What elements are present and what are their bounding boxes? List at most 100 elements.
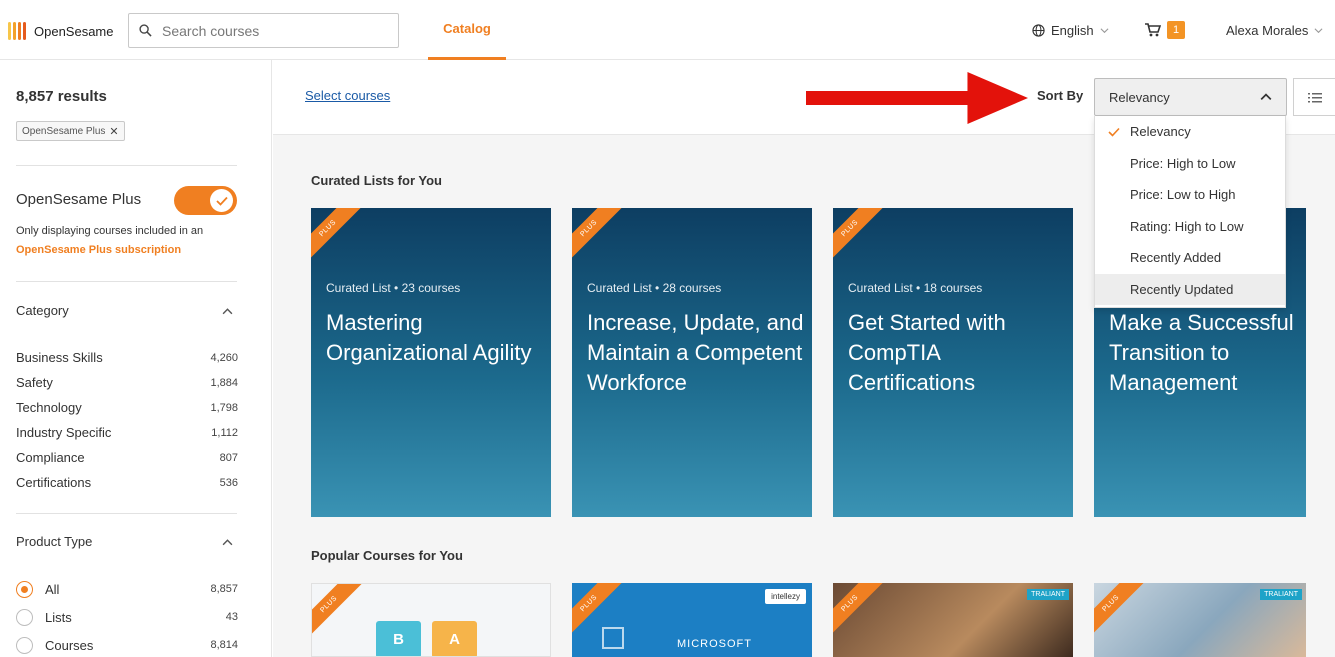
chevron-up-icon[interactable] bbox=[222, 306, 233, 317]
tab-catalog[interactable]: Catalog bbox=[428, 0, 506, 60]
sort-by-label: Sort By bbox=[1037, 88, 1084, 103]
sort-option-label: Price: High to Low bbox=[1130, 155, 1236, 171]
card-title: Increase, Update, and Maintain a Compete… bbox=[587, 310, 804, 395]
category-title[interactable]: Category bbox=[16, 303, 69, 318]
globe-icon bbox=[1032, 24, 1045, 37]
plus-ribbon: PLUS bbox=[833, 583, 895, 649]
category-item[interactable]: Compliance 807 bbox=[16, 445, 238, 470]
thumbnail-block-a: A bbox=[432, 621, 477, 656]
category-count: 1,884 bbox=[210, 376, 238, 389]
product-type-option[interactable]: Lists 43 bbox=[16, 603, 238, 631]
sort-select[interactable]: Relevancy bbox=[1094, 78, 1287, 116]
logo-text: OpenSesame bbox=[34, 23, 114, 39]
sort-option-price-high-low[interactable]: Price: High to Low bbox=[1095, 148, 1285, 180]
popular-heading: Popular Courses for You bbox=[311, 548, 463, 563]
active-filter-chip[interactable]: OpenSesame Plus ✕ bbox=[16, 121, 125, 141]
cart-button[interactable]: 1 bbox=[1145, 21, 1185, 39]
filter-sidebar: 8,857 results OpenSesame Plus ✕ OpenSesa… bbox=[0, 60, 272, 657]
curated-card[interactable]: PLUS Curated List • 18 courses Get Start… bbox=[833, 208, 1073, 517]
sort-option-recently-updated[interactable]: Recently Updated bbox=[1095, 273, 1285, 305]
radio-button[interactable] bbox=[16, 636, 33, 654]
category-list: Business Skills 4,260 Safety 1,884 Technol… bbox=[16, 345, 238, 495]
chevron-down-icon bbox=[1314, 28, 1323, 34]
sort-option-recently-added[interactable]: Recently Added bbox=[1095, 242, 1285, 274]
logo[interactable]: OpenSesame bbox=[8, 20, 114, 42]
sort-option-label: Recently Added bbox=[1130, 250, 1222, 266]
plus-desc-text: Only displaying courses included in an bbox=[16, 225, 204, 237]
divider bbox=[16, 281, 237, 282]
course-card[interactable]: PLUS TRALIANT bbox=[833, 583, 1073, 657]
plus-ribbon: PLUS bbox=[311, 208, 373, 274]
cart-icon bbox=[1145, 23, 1161, 37]
top-bar: OpenSesame Catalog English 1 Alexa Moral… bbox=[0, 0, 1335, 60]
curated-card[interactable]: PLUS Curated List • 28 courses Increase,… bbox=[572, 208, 812, 517]
course-card[interactable]: PLUS B A bbox=[311, 583, 551, 657]
check-icon bbox=[1108, 127, 1120, 137]
category-item[interactable]: Industry Specific 1,112 bbox=[16, 420, 238, 445]
language-label: English bbox=[1051, 23, 1094, 38]
list-view-button[interactable] bbox=[1293, 78, 1335, 116]
sort-option-label: Relevancy bbox=[1130, 124, 1191, 140]
divider bbox=[16, 513, 237, 514]
sort-option-price-low-high[interactable]: Price: Low to High bbox=[1095, 179, 1285, 211]
category-label: Industry Specific bbox=[16, 425, 112, 440]
sort-option-label: Rating: High to Low bbox=[1130, 218, 1244, 234]
category-item[interactable]: Technology 1,798 bbox=[16, 395, 238, 420]
sort-option-rating[interactable]: Rating: High to Low bbox=[1095, 211, 1285, 243]
category-count: 807 bbox=[219, 451, 238, 464]
radio-button[interactable] bbox=[16, 608, 33, 626]
product-type-option[interactable]: Courses 8,814 bbox=[16, 631, 238, 657]
curated-heading: Curated Lists for You bbox=[311, 173, 442, 188]
radio-button[interactable] bbox=[16, 580, 33, 598]
card-meta: Curated List • 28 courses bbox=[587, 281, 722, 295]
plus-ribbon: PLUS bbox=[1094, 583, 1156, 649]
brand-logo: TRALIANT bbox=[1260, 589, 1302, 600]
category-item[interactable]: Certifications 536 bbox=[16, 470, 238, 495]
category-item[interactable]: Safety 1,884 bbox=[16, 370, 238, 395]
category-label: Safety bbox=[16, 375, 53, 390]
card-title: Get Started with CompTIA Certifications bbox=[848, 310, 1006, 395]
ribbon-label: PLUS bbox=[840, 593, 860, 614]
card-title: Mastering Organizational Agility bbox=[326, 310, 532, 365]
chip-label: OpenSesame Plus bbox=[22, 125, 106, 137]
thumbnail-text: MICROSOFT bbox=[677, 638, 752, 650]
course-card[interactable]: PLUS intellezy MICROSOFT bbox=[572, 583, 812, 657]
product-type-count: 43 bbox=[225, 611, 238, 623]
plus-toggle[interactable] bbox=[174, 186, 237, 215]
user-menu[interactable]: Alexa Morales bbox=[1226, 23, 1323, 38]
curated-card[interactable]: PLUS Curated List • 23 courses Mastering… bbox=[311, 208, 551, 517]
category-item[interactable]: Business Skills 4,260 bbox=[16, 345, 238, 370]
sort-dropdown-menu: Relevancy Price: High to Low Price: Low … bbox=[1094, 116, 1286, 308]
chevron-up-icon[interactable] bbox=[222, 537, 233, 548]
sort-option-label: Price: Low to High bbox=[1130, 187, 1236, 203]
category-label: Compliance bbox=[16, 450, 85, 465]
brand-logo: TRALIANT bbox=[1027, 589, 1069, 600]
sort-option-relevancy[interactable]: Relevancy bbox=[1095, 116, 1285, 148]
plus-description: Only displaying courses included in an O… bbox=[16, 222, 246, 260]
toggle-knob bbox=[210, 189, 233, 212]
plus-ribbon: PLUS bbox=[833, 208, 895, 274]
product-type-title[interactable]: Product Type bbox=[16, 534, 92, 549]
chevron-up-icon bbox=[1260, 93, 1272, 100]
search-input[interactable] bbox=[162, 22, 382, 39]
category-label: Certifications bbox=[16, 475, 92, 490]
plus-ribbon: PLUS bbox=[572, 208, 634, 274]
close-icon[interactable]: ✕ bbox=[109, 125, 118, 138]
select-courses-link[interactable]: Select courses bbox=[305, 88, 390, 103]
category-count: 4,260 bbox=[210, 351, 238, 364]
sort-option-label: Recently Updated bbox=[1130, 281, 1234, 297]
divider bbox=[16, 165, 237, 166]
product-type-option[interactable]: All 8,857 bbox=[16, 575, 238, 603]
product-type-label: Lists bbox=[45, 609, 72, 625]
brand-logo: intellezy bbox=[765, 589, 806, 604]
product-type-label: Courses bbox=[45, 637, 94, 653]
category-count: 1,798 bbox=[210, 401, 238, 414]
search-icon bbox=[139, 24, 152, 37]
plus-subscription-link[interactable]: OpenSesame Plus subscription bbox=[16, 244, 181, 256]
course-card[interactable]: PLUS TRALIANT bbox=[1094, 583, 1306, 657]
red-arrow-annotation bbox=[806, 72, 1028, 124]
chevron-down-icon bbox=[1100, 28, 1109, 34]
language-selector[interactable]: English bbox=[1032, 23, 1109, 38]
search-box[interactable] bbox=[128, 13, 399, 48]
ribbon-label: PLUS bbox=[579, 593, 599, 614]
